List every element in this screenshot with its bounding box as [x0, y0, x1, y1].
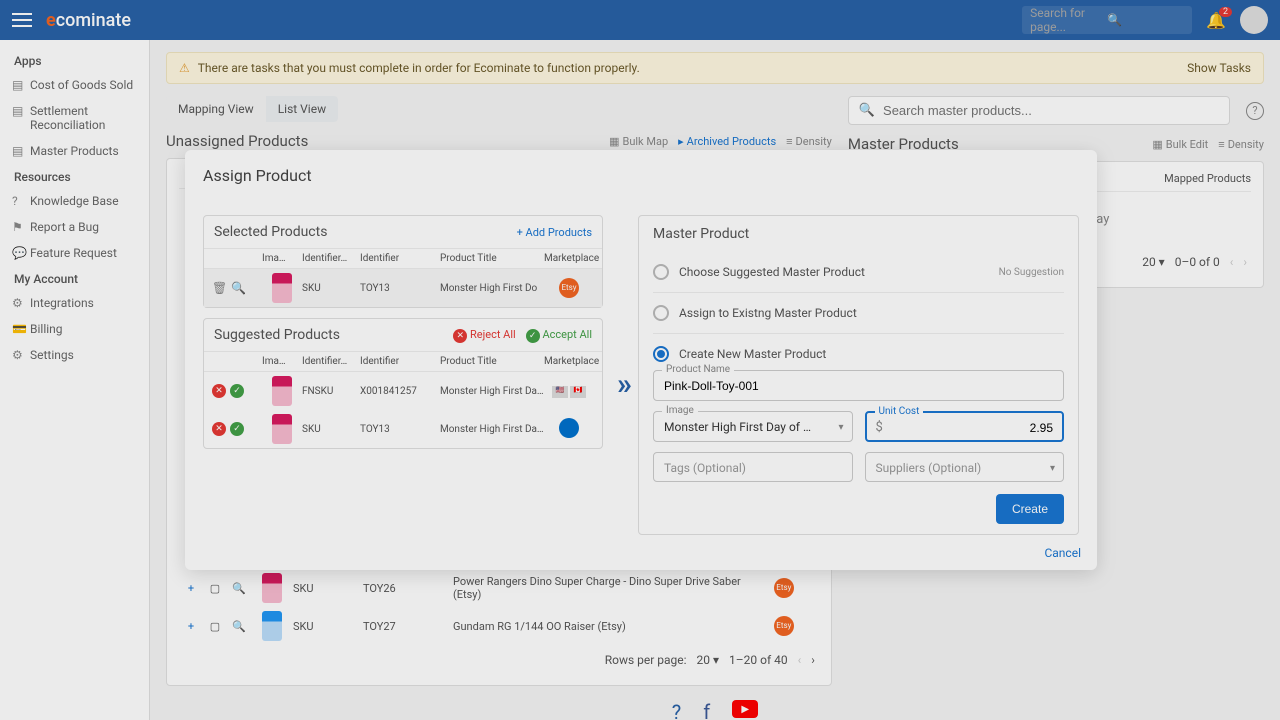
modal-overlay[interactable]	[0, 0, 1280, 720]
